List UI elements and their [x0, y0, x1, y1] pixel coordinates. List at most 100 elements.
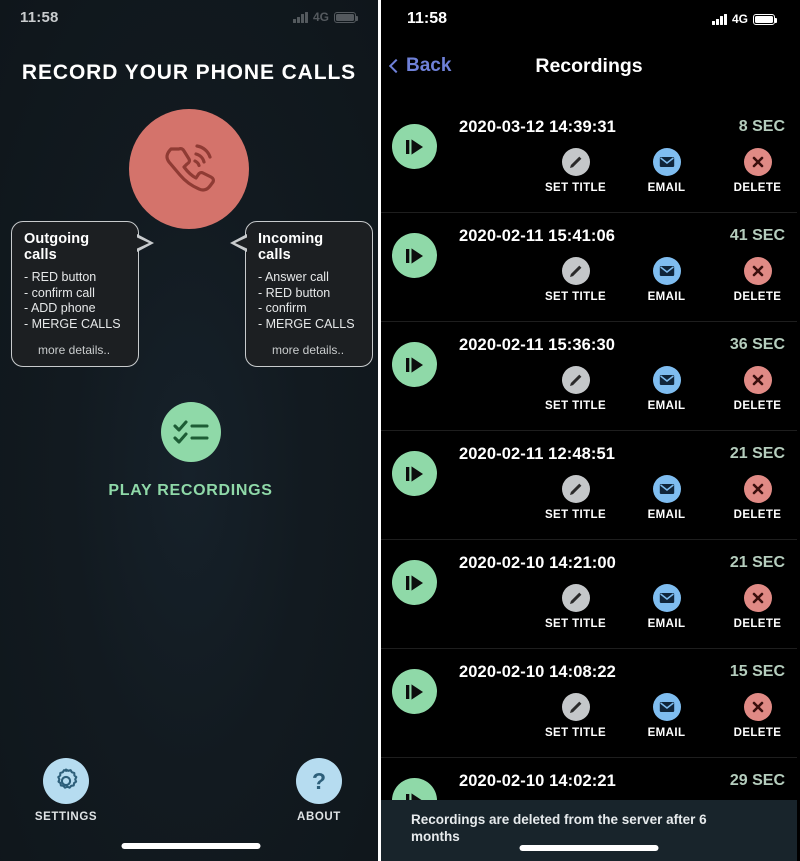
play-button[interactable] [392, 124, 437, 169]
set-title-button[interactable]: SET TITLE [542, 366, 609, 412]
table-row[interactable]: 2020-03-12 14:39:31 8 SEC SET TITLE EMAI… [381, 104, 797, 213]
x-circle-icon [743, 257, 772, 285]
delete-label: DELETE [733, 182, 782, 194]
home-indicator[interactable] [519, 845, 659, 851]
svg-text:?: ? [312, 768, 326, 794]
email-label: EMAIL [647, 509, 686, 521]
recording-date: 2020-02-11 15:41:06 [459, 227, 616, 245]
row-actions: SET TITLE EMAIL DELETE [542, 148, 791, 194]
set-title-label: SET TITLE [544, 509, 607, 521]
chevron-left-icon [388, 58, 404, 74]
toast-message: Recordings are deleted from the server a… [411, 812, 707, 844]
recording-duration: 41 SEC [729, 227, 785, 244]
left-status-bar: 11:58 4G [0, 0, 378, 34]
table-row[interactable]: 2020-02-11 12:48:51 21 SEC SET TITLE EMA… [381, 431, 797, 540]
callout-incoming-calls[interactable]: Incoming calls - Answer call - RED butto… [230, 221, 373, 367]
x-circle-icon [743, 366, 772, 394]
recording-duration: 8 SEC [738, 118, 785, 135]
delete-button[interactable]: DELETE [724, 148, 791, 194]
pencil-icon [561, 148, 590, 176]
play-icon [405, 465, 423, 482]
email-label: EMAIL [647, 291, 686, 303]
table-row[interactable]: 2020-02-11 15:36:30 36 SEC SET TITLE EMA… [381, 322, 797, 431]
play-button[interactable] [392, 451, 437, 496]
pencil-icon [561, 475, 590, 503]
envelope-icon [652, 584, 681, 612]
play-button[interactable] [392, 669, 437, 714]
set-title-label: SET TITLE [544, 618, 607, 630]
envelope-icon [652, 693, 681, 721]
table-row[interactable]: 2020-02-11 15:41:06 41 SEC SET TITLE EMA… [381, 213, 797, 322]
set-title-label: SET TITLE [544, 291, 607, 303]
set-title-label: SET TITLE [544, 400, 607, 412]
play-icon [405, 574, 423, 591]
email-button[interactable]: EMAIL [633, 148, 700, 194]
question-mark-icon: ? [312, 768, 326, 794]
callout-outgoing-calls[interactable]: Outgoing calls - RED button - confirm ca… [11, 221, 154, 367]
recording-date: 2020-02-10 14:08:22 [459, 663, 616, 681]
network-label: 4G [312, 10, 329, 24]
battery-icon [334, 11, 359, 23]
set-title-label: SET TITLE [544, 182, 607, 194]
set-title-button[interactable]: SET TITLE [542, 257, 609, 303]
right-phone-recordings-screen: 11:58 4G Back Recordings 2020-03-12 14:3… [381, 0, 797, 861]
email-label: EMAIL [647, 727, 686, 739]
play-button[interactable] [392, 342, 437, 387]
x-circle-icon [743, 475, 772, 503]
settings-label: SETTINGS [34, 811, 98, 823]
email-button[interactable]: EMAIL [633, 693, 700, 739]
row-actions: SET TITLE EMAIL DELETE [542, 475, 791, 521]
left-bottom-nav: SETTINGS ? ABOUT [0, 751, 378, 861]
back-label: Back [406, 55, 452, 76]
play-button[interactable] [392, 560, 437, 605]
delete-button[interactable]: DELETE [724, 584, 791, 630]
callout-tail [136, 234, 154, 252]
delete-button[interactable]: DELETE [724, 693, 791, 739]
status-time: 11:58 [20, 8, 59, 26]
callout-list: - Answer call - RED button - confirm - M… [258, 270, 360, 332]
delete-label: DELETE [733, 509, 782, 521]
more-details-link[interactable]: more details.. [258, 343, 360, 357]
email-button[interactable]: EMAIL [633, 257, 700, 303]
play-icon [405, 356, 423, 373]
email-button[interactable]: EMAIL [633, 584, 700, 630]
home-indicator[interactable] [121, 843, 260, 849]
row-actions: SET TITLE EMAIL DELETE [542, 257, 791, 303]
play-recordings-button[interactable]: PLAY RECORDINGS [0, 402, 378, 500]
callout-heading: Incoming calls [258, 231, 324, 263]
table-row[interactable]: 2020-02-10 14:21:00 21 SEC SET TITLE EMA… [381, 540, 797, 649]
set-title-button[interactable]: SET TITLE [542, 475, 609, 521]
delete-label: DELETE [733, 727, 782, 739]
record-call-button[interactable] [129, 109, 249, 229]
back-button[interactable]: Back [388, 55, 452, 77]
email-button[interactable]: EMAIL [633, 475, 700, 521]
set-title-button[interactable]: SET TITLE [542, 693, 609, 739]
row-actions: SET TITLE EMAIL DELETE [542, 366, 791, 412]
about-button[interactable]: ? ABOUT [277, 758, 361, 823]
list-item: - Answer call [258, 270, 329, 284]
envelope-icon [652, 257, 681, 285]
list-item: - MERGE CALLS [24, 316, 121, 331]
set-title-button[interactable]: SET TITLE [542, 148, 609, 194]
status-indicators: 4G [712, 12, 778, 26]
recordings-list[interactable]: 2020-03-12 14:39:31 8 SEC SET TITLE EMAI… [381, 104, 797, 861]
envelope-icon [652, 148, 681, 176]
pencil-icon [561, 257, 590, 285]
settings-button[interactable]: SETTINGS [24, 758, 108, 823]
email-button[interactable]: EMAIL [633, 366, 700, 412]
recording-date: 2020-02-11 15:36:30 [459, 336, 616, 354]
table-row[interactable]: 2020-02-10 14:08:22 15 SEC SET TITLE EMA… [381, 649, 797, 758]
more-details-link[interactable]: more details.. [24, 343, 126, 357]
play-button[interactable] [392, 233, 437, 278]
delete-button[interactable]: DELETE [724, 257, 791, 303]
signal-bars-icon [293, 11, 308, 23]
delete-button[interactable]: DELETE [724, 366, 791, 412]
delete-label: DELETE [733, 400, 782, 412]
play-recordings-icon-circle [160, 402, 221, 462]
server-retention-notice: Recordings are deleted from the server a… [381, 800, 797, 861]
left-phone-home-screen: 11:58 4G RECORD YOUR PHONE CALLS Outgoin… [0, 0, 381, 861]
delete-button[interactable]: DELETE [724, 475, 791, 521]
set-title-button[interactable]: SET TITLE [542, 584, 609, 630]
battery-icon [753, 13, 778, 25]
callouts-container: Outgoing calls - RED button - confirm ca… [0, 221, 378, 367]
